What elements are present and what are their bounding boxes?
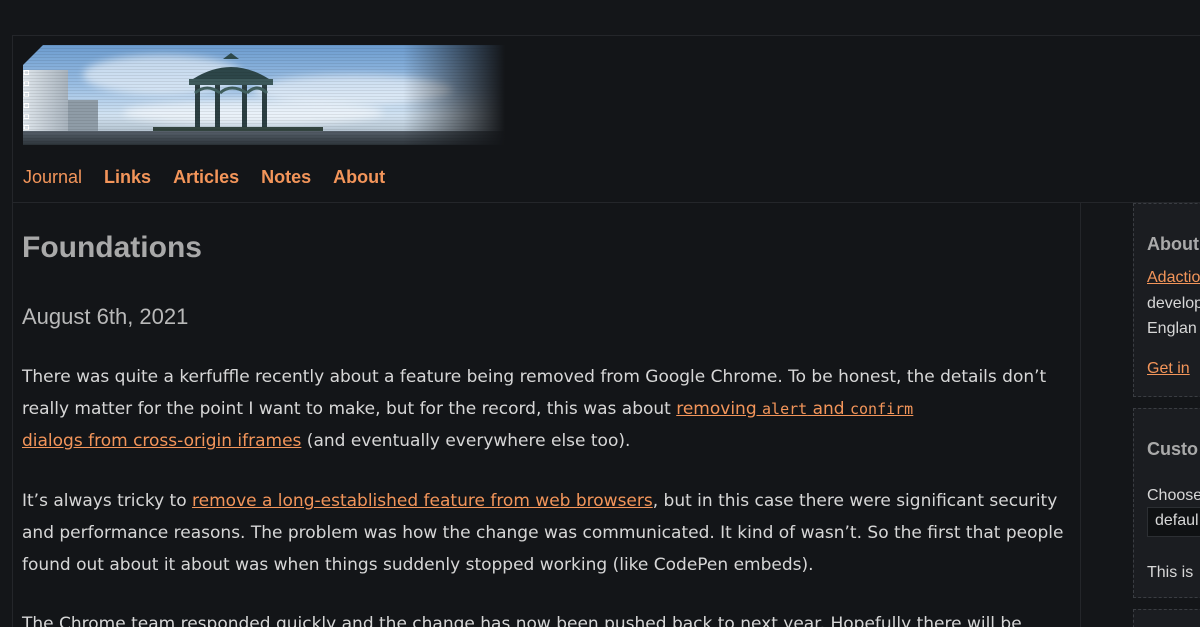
theme-note: This is	[1147, 564, 1194, 581]
paragraph-1: There was quite a kerfuffle recently abo…	[22, 361, 1067, 457]
banner-image	[23, 45, 523, 145]
masthead: Journal Links Articles Notes About	[12, 35, 1200, 203]
main-nav: Journal Links Articles Notes About	[23, 167, 385, 188]
article-title: Foundations	[22, 231, 202, 264]
link-text: removing	[676, 399, 763, 419]
nav-about[interactable]: About	[333, 167, 385, 188]
sidebar-about: About Adaction develop Englan Get in	[1133, 203, 1200, 397]
sidebar-about-heading: About	[1147, 234, 1199, 254]
theme-select[interactable]: defaul	[1147, 507, 1200, 537]
code-confirm: confirm	[849, 400, 914, 418]
sidebar-about-text-2: Englan	[1147, 320, 1197, 337]
paragraph-2: It’s always tricky to remove a long-esta…	[22, 485, 1067, 581]
sidebar-customise-heading: Custo	[1147, 439, 1198, 459]
nav-notes[interactable]: Notes	[261, 167, 311, 188]
paragraph-3: The Chrome team responded quickly and th…	[22, 614, 1022, 627]
nav-articles[interactable]: Articles	[173, 167, 239, 188]
theme-label: Choose	[1147, 487, 1200, 504]
article-date: August 6th, 2021	[22, 304, 189, 329]
sidebar-about-link[interactable]: Adaction	[1147, 269, 1200, 287]
code-alert: alert	[762, 400, 808, 418]
link-text: dialogs from cross-origin iframes	[22, 431, 302, 451]
page: Journal Links Articles Notes About Found…	[0, 0, 1200, 627]
sidebar-contact-link[interactable]: Get in	[1147, 360, 1190, 378]
paragraph-2-text-a: It’s always tricky to	[22, 491, 193, 511]
sidebar-customise: Custo Choose defaul This is	[1133, 408, 1200, 598]
paragraph-1-text-b: (and eventually everywhere else too).	[301, 431, 631, 451]
nav-links[interactable]: Links	[104, 167, 151, 188]
sidebar-about-text-1: develop	[1147, 295, 1200, 312]
link-remove-feature[interactable]: remove a long-established feature from w…	[192, 491, 653, 511]
article: Foundations August 6th, 2021 There was q…	[12, 203, 1081, 627]
nav-journal[interactable]: Journal	[23, 167, 82, 188]
link-text: and	[807, 399, 850, 419]
sidebar-box-3	[1133, 609, 1200, 627]
